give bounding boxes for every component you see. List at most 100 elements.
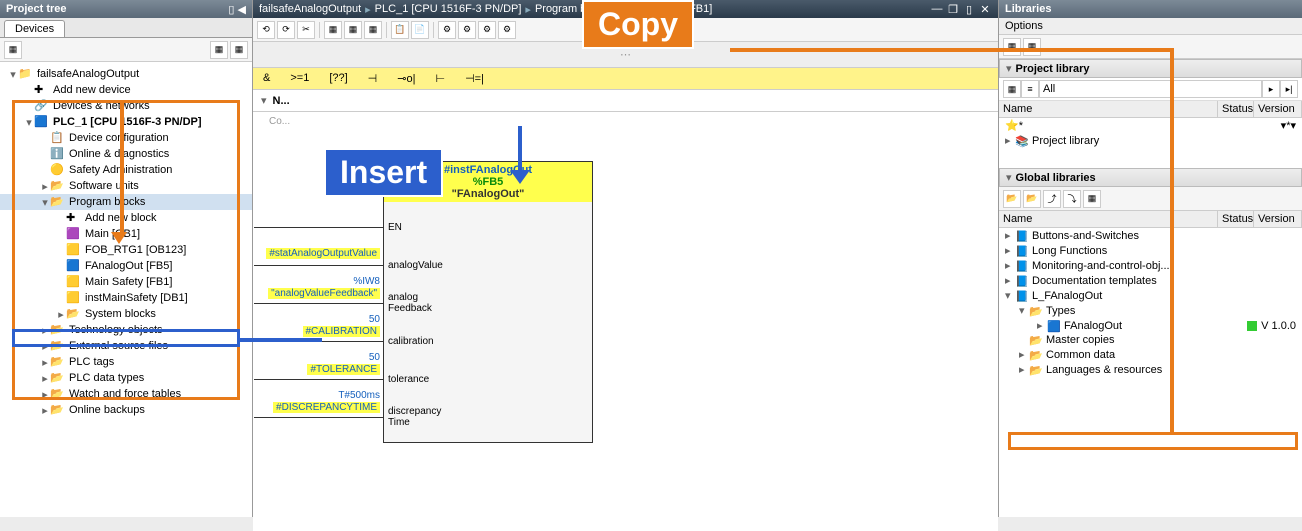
maximize-icon[interactable]: ▯ [962, 3, 976, 16]
tree-plc-tags[interactable]: ▸📂PLC tags [0, 354, 252, 370]
tree-devices-networks[interactable]: 🔗Devices & networks [0, 98, 252, 114]
fb-block[interactable]: #instFAnalogOut %FB5 "FAnalogOut" EN ana… [383, 161, 593, 443]
fb-pin-analogvalue: analogValue #statAnalogOutputValue [384, 246, 592, 284]
tree-add-device[interactable]: ✚Add new device [0, 82, 252, 98]
bc-1[interactable]: failsafeAnalogOutput [259, 3, 361, 15]
tree-program-blocks[interactable]: ▾📂Program blocks [0, 194, 252, 210]
tb-6[interactable]: ▦ [364, 21, 382, 39]
filter-btn-4[interactable]: ▸| [1280, 80, 1298, 98]
lib-tb-2[interactable]: ▦ [1023, 38, 1041, 56]
tb-2[interactable]: ⟳ [277, 21, 295, 39]
annotation-insert: Insert [324, 148, 443, 197]
glib-tb-2[interactable]: 📂 [1023, 190, 1041, 208]
toolbar-btn-1[interactable]: ▦ [4, 41, 22, 59]
tree-ext-source[interactable]: ▸📂External source files [0, 338, 252, 354]
network-header[interactable]: ▾N... [253, 90, 998, 112]
tree-main-safety[interactable]: 🟨Main Safety [FB1] [0, 274, 252, 290]
lib-lfanalog[interactable]: ▾📘L_FAnalogOut [999, 288, 1302, 303]
global-libraries-section[interactable]: ▾Global libraries [999, 168, 1302, 187]
tb-9[interactable]: ⚙ [438, 21, 456, 39]
op-or[interactable]: >=1 [286, 71, 313, 86]
tb-5[interactable]: ▦ [344, 21, 362, 39]
tree-project[interactable]: ▾📁failsafeAnalogOutput [0, 66, 252, 82]
tb-7[interactable]: 📋 [391, 21, 409, 39]
window-controls: — ❐ ▯ ✕ [930, 3, 992, 16]
op-coil[interactable]: ⊣=| [461, 71, 488, 86]
tree-fanalogout[interactable]: 🟦FAnalogOut [FB5] [0, 258, 252, 274]
tree-watch-tables[interactable]: ▸📂Watch and force tables [0, 386, 252, 402]
tb-10[interactable]: ⚙ [458, 21, 476, 39]
annotation-copy: Copy [582, 0, 694, 49]
fb-pin-en: EN [384, 208, 592, 246]
filter-btn-2[interactable]: ≡ [1021, 80, 1039, 98]
libraries-title: Libraries [1005, 3, 1051, 15]
status-indicator [1247, 321, 1257, 331]
editor-panel: failsafeAnalogOutput▸ PLC_1 [CPU 1516F-3… [253, 0, 998, 517]
op-branch[interactable]: ⊢ [431, 71, 449, 86]
options-header[interactable]: Options [999, 18, 1302, 35]
tree-safety-admin[interactable]: 🟡Safety Administration [0, 162, 252, 178]
tb-3[interactable]: ✂ [297, 21, 315, 39]
project-tree-panel: Project tree ▯ ◀ Devices ▦ ▦ ▦ ▾📁failsaf… [0, 0, 253, 517]
global-library-tree: ▸📘Buttons-and-Switches ▸📘Long Functions … [999, 228, 1302, 377]
tree-plc-data-types[interactable]: ▸📂PLC data types [0, 370, 252, 386]
annotation-line [240, 338, 322, 342]
tree-device-config[interactable]: 📋Device configuration [0, 130, 252, 146]
glib-tb-5[interactable]: ▦ [1083, 190, 1101, 208]
op-and[interactable]: & [259, 71, 274, 86]
tree-system-blocks[interactable]: ▸📂System blocks [0, 306, 252, 322]
lib-lang-res[interactable]: ▸📂Languages & resources [999, 362, 1302, 377]
lib-types[interactable]: ▾📂Types [999, 303, 1302, 318]
tb-4[interactable]: ▦ [324, 21, 342, 39]
library-filter-select[interactable] [1039, 80, 1262, 98]
lib-longfn[interactable]: ▸📘Long Functions [999, 243, 1302, 258]
op-empty[interactable]: [??] [325, 71, 351, 86]
glib-tb-4[interactable]: ⤵ [1063, 190, 1081, 208]
project-library-section[interactable]: ▾Project library [999, 59, 1302, 78]
tree-online-backups[interactable]: ▸📂Online backups [0, 402, 252, 418]
filter-btn-3[interactable]: ▸ [1262, 80, 1280, 98]
minimize-icon[interactable]: — [930, 3, 944, 16]
tb-1[interactable]: ⟲ [257, 21, 275, 39]
fb-body: EN analogValue #statAnalogOutputValue an… [384, 202, 592, 442]
libraries-panel: Libraries Options ▦ ▦ ▾Project library ▦… [998, 0, 1302, 517]
tree-inst-main-safety[interactable]: 🟨instMainSafety [DB1] [0, 290, 252, 306]
glib-tb-3[interactable]: ⤴ [1043, 190, 1061, 208]
tree-add-block[interactable]: ✚Add new block [0, 210, 252, 226]
libraries-header: Libraries [999, 0, 1302, 18]
op-contact[interactable]: ⊣ [364, 71, 382, 86]
filter-star-row[interactable]: ⭐ *▾ * ▾ [999, 118, 1302, 133]
devices-tab-bar: Devices [0, 18, 252, 38]
lib-fanalogout-type[interactable]: ▸🟦FAnalogOutV 1.0.0 [999, 318, 1302, 333]
lib-buttons[interactable]: ▸📘Buttons-and-Switches [999, 228, 1302, 243]
lib-doctpl[interactable]: ▸📘Documentation templates [999, 273, 1302, 288]
close-icon[interactable]: ✕ [978, 3, 992, 16]
devices-tab[interactable]: Devices [4, 20, 65, 37]
filter-btn-1[interactable]: ▦ [1003, 80, 1021, 98]
annotation-line [120, 100, 124, 236]
toolbar-btn-2[interactable]: ▦ [210, 41, 228, 59]
glib-tb-1[interactable]: 📂 [1003, 190, 1021, 208]
op-ncontact[interactable]: ⊸o| [393, 71, 419, 86]
project-library-item[interactable]: ▸📚Project library [999, 133, 1302, 148]
tree-tech-objects[interactable]: ▸📂Technology objects [0, 322, 252, 338]
bc-2[interactable]: PLC_1 [CPU 1516F-3 PN/DP] [375, 3, 522, 15]
tb-12[interactable]: ⚙ [498, 21, 516, 39]
tree-plc[interactable]: ▾🟦PLC_1 [CPU 1516F-3 PN/DP] [0, 114, 252, 130]
restore-icon[interactable]: ❐ [946, 3, 960, 16]
toolbar-btn-3[interactable]: ▦ [230, 41, 248, 59]
tb-11[interactable]: ⚙ [478, 21, 496, 39]
tree-software-units[interactable]: ▸📂Software units [0, 178, 252, 194]
library-filter-row: ▦ ≡ ▸ ▸| [999, 78, 1302, 101]
lib-monitoring[interactable]: ▸📘Monitoring-and-control-obj... [999, 258, 1302, 273]
tb-8[interactable]: 📄 [411, 21, 429, 39]
tree-fob-rtg1[interactable]: 🟨FOB_RTG1 [OB123] [0, 242, 252, 258]
panel-collapse-icon[interactable]: ▯ ◀ [228, 3, 246, 16]
lib-master-copies[interactable]: 📂Master copies [999, 333, 1302, 347]
libraries-toolbar: ▦ ▦ [999, 35, 1302, 59]
annotation-line [1170, 48, 1174, 434]
lib-common-data[interactable]: ▸📂Common data [999, 347, 1302, 362]
tree-online-diag[interactable]: ℹ️Online & diagnostics [0, 146, 252, 162]
comment-row[interactable]: Co... [253, 112, 998, 131]
lib-tb-1[interactable]: ▦ [1003, 38, 1021, 56]
